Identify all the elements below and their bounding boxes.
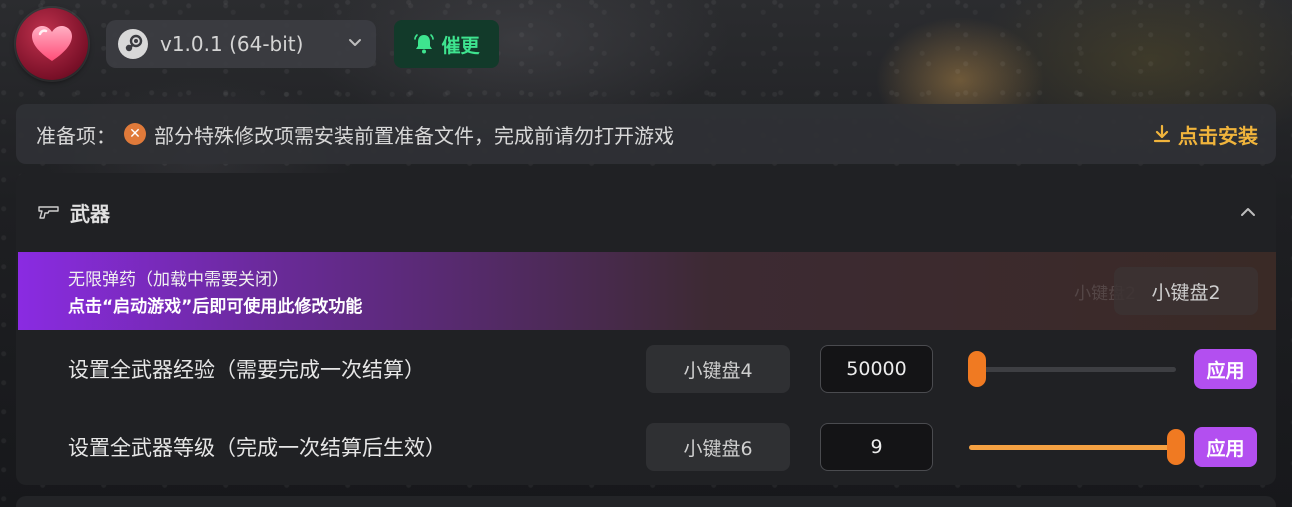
install-label: 点击安装 [1178,123,1258,148]
apply-button[interactable]: 应用 [1194,349,1257,389]
download-icon [1153,124,1171,143]
prep-bar: 准备项： ✕ 部分特殊修改项需安装前置准备文件，完成前请勿打开游戏 点击安装 [16,104,1276,164]
weapons-panel: 武器 无限弹药（加载中需要关闭） 点击“启动游戏”后即可使用此修改功能 小键盘2… [16,173,1276,485]
steam-icon [118,29,148,59]
value-input[interactable]: 50000 [820,345,933,393]
chevron-down-icon [349,39,361,46]
setting-row-weapon-level: 设置全武器等级（完成一次结算后生效） 小键盘6 9 应用 [16,416,1276,476]
feature-notice: 点击“启动游戏”后即可使用此修改功能 [68,297,363,317]
setting-label: 设置全武器经验（需要完成一次结算） [68,358,425,382]
version-label: v1.0.1 (64-bit) [160,32,304,56]
slider-thumb[interactable] [1167,429,1185,465]
slider-thumb[interactable] [968,351,987,387]
app-logo[interactable] [16,8,88,80]
feature-infinite-ammo[interactable]: 无限弹药（加载中需要关闭） 点击“启动游戏”后即可使用此修改功能 小键盘2 小键… [18,252,1276,330]
feature-title: 无限弹药（加载中需要关闭） [68,270,289,290]
setting-row-weapon-exp: 设置全武器经验（需要完成一次结算） 小键盘4 50000 应用 [16,338,1276,398]
heart-icon [32,26,72,61]
hotkey-button[interactable]: 小键盘6 [646,423,790,471]
value-slider[interactable] [968,351,1176,387]
feature-hotkey-button[interactable]: 小键盘2 [1114,267,1258,315]
prep-message: 部分特殊修改项需安装前置准备文件，完成前请勿打开游戏 [154,123,674,148]
bell-icon [414,34,435,54]
section-header[interactable]: 武器 [16,173,1276,251]
apply-button[interactable]: 应用 [1194,427,1257,467]
setting-label: 设置全武器等级（完成一次结算后生效） [68,436,446,460]
value-input[interactable]: 9 [820,423,933,471]
section-title: 武器 [70,201,110,226]
slider-fill [969,445,1176,450]
prep-label: 准备项： [36,123,116,148]
next-section-header[interactable] [16,496,1276,507]
gun-icon [38,206,59,219]
version-selector[interactable]: v1.0.1 (64-bit) [106,20,376,68]
urge-label: 催更 [441,34,480,57]
hotkey-button[interactable]: 小键盘4 [646,345,790,393]
error-x-icon: ✕ [124,123,146,145]
value-slider[interactable] [969,429,1185,465]
urge-update-button[interactable]: 催更 [394,20,499,68]
install-button[interactable]: 点击安装 [1152,104,1258,164]
chevron-up-icon[interactable] [1240,205,1256,219]
